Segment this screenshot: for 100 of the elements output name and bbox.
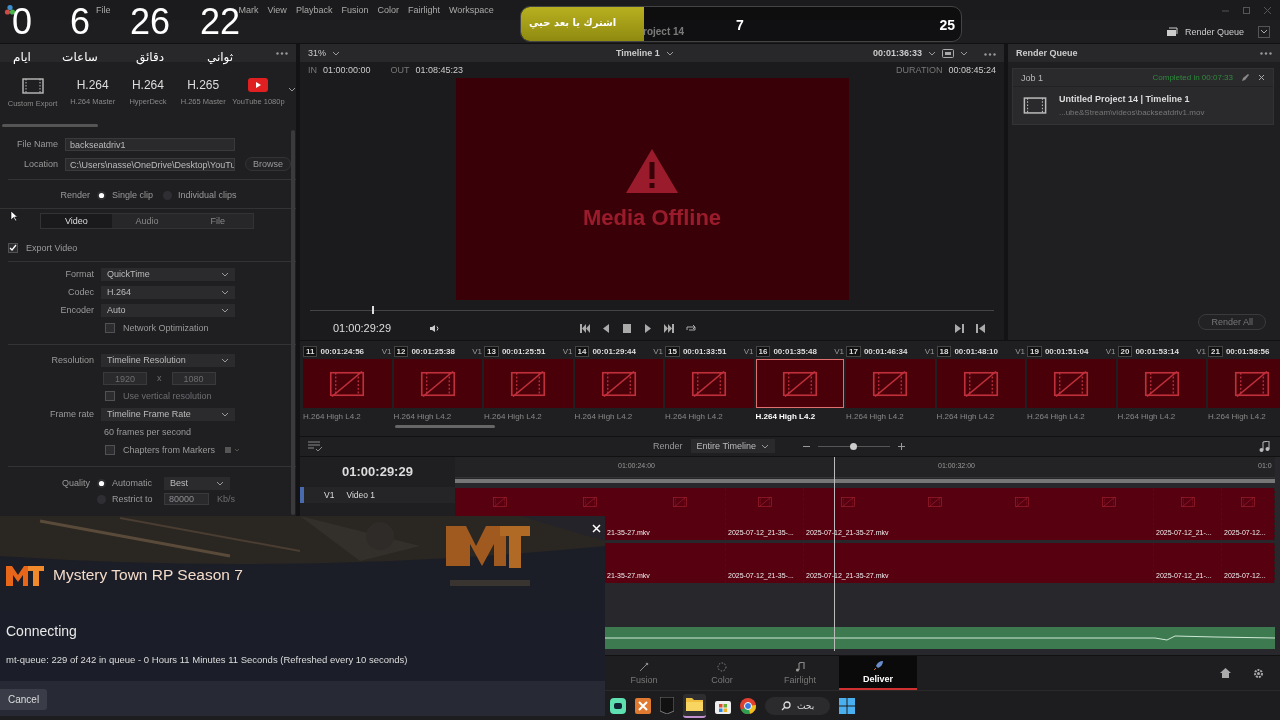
settings-icon[interactable] (1253, 667, 1264, 679)
page-tab[interactable]: Color (683, 656, 761, 690)
menu-item[interactable]: Workspace (448, 5, 494, 15)
chevron-icon[interactable] (221, 411, 229, 417)
edit-icon[interactable] (1241, 73, 1250, 82)
skip-back-icon[interactable] (580, 323, 591, 333)
dropdown[interactable]: Timeline Frame Rate (101, 407, 235, 421)
range-dropdown[interactable]: Entire Timeline (690, 439, 776, 454)
track-header[interactable]: V1 Video 1 (300, 486, 455, 503)
chevron-icon[interactable] (221, 357, 229, 363)
tab[interactable]: Audio (111, 214, 183, 228)
skip-forward-icon[interactable] (664, 323, 675, 333)
menu-item[interactable]: Mark (238, 5, 259, 15)
scrollbar-thumb[interactable] (395, 425, 495, 428)
close-icon[interactable] (1258, 74, 1265, 81)
more-icon[interactable] (1260, 51, 1272, 55)
menu-item[interactable]: Fairlight (407, 5, 440, 15)
page-tab[interactable]: Deliver (839, 656, 917, 690)
clip-thumbnail[interactable] (665, 359, 754, 408)
chevron-icon[interactable] (332, 50, 340, 56)
loop-icon[interactable] (685, 323, 698, 333)
dropdown[interactable]: Auto (101, 303, 235, 317)
radio-button[interactable] (97, 478, 106, 488)
tab[interactable]: File (182, 214, 253, 228)
clip-thumbnail[interactable] (303, 359, 392, 408)
home-icon[interactable] (1220, 668, 1231, 679)
scroll-bar[interactable] (455, 478, 1275, 483)
chevron-icon[interactable] (665, 50, 674, 56)
clip-thumbnail[interactable] (846, 359, 935, 408)
dropdown-toggle[interactable] (1258, 25, 1270, 38)
menu-item[interactable]: Color (377, 5, 399, 15)
search-field[interactable]: بحث (765, 696, 831, 715)
play-reverse-icon[interactable] (601, 323, 612, 333)
file-name-field[interactable]: backseatdriv1 (65, 137, 235, 151)
size-separator: x (157, 373, 162, 383)
dropdown[interactable]: H.264 (101, 285, 235, 299)
zoom-in-icon[interactable] (898, 442, 906, 450)
clip-thumbnail[interactable] (393, 359, 482, 408)
clip-thumbnail[interactable] (755, 359, 844, 408)
music-note-icon[interactable] (1259, 440, 1270, 452)
folder-icon[interactable] (686, 696, 703, 711)
chevron-icon[interactable] (221, 307, 229, 313)
dropdown[interactable]: Best (164, 476, 230, 490)
radio-button[interactable] (97, 190, 106, 200)
menu-item[interactable]: Fusion (341, 5, 369, 15)
clip-thumbnail[interactable] (1117, 359, 1206, 408)
location-field[interactable]: C:\Users\nasse\OneDrive\Desktop\YouTu (65, 157, 235, 171)
stop-icon[interactable] (622, 323, 633, 333)
cancel-button[interactable]: Cancel (0, 689, 48, 710)
next-edit-icon[interactable] (954, 323, 964, 333)
bitrate-field[interactable]: 80000 (164, 493, 209, 505)
checkbox[interactable] (105, 445, 115, 455)
tab[interactable]: Video (41, 214, 112, 228)
slider-thumb[interactable] (849, 442, 857, 450)
browser-icon[interactable] (740, 697, 756, 714)
menu-item[interactable]: Playback (295, 5, 333, 15)
windows-icon[interactable] (839, 697, 856, 714)
progress-goal: 25 (939, 17, 955, 33)
menu-item[interactable]: File (96, 5, 111, 15)
app-icon[interactable] (610, 697, 626, 714)
clip-thumbnail[interactable] (484, 359, 573, 408)
page-tab[interactable]: Fairlight (761, 656, 839, 690)
scrollbar-thumb[interactable] (2, 124, 98, 127)
scrubber-handle[interactable] (371, 306, 374, 314)
more-icon[interactable] (984, 53, 996, 56)
marker-color-icon[interactable] (225, 446, 242, 454)
chevron-icon[interactable] (1260, 29, 1268, 34)
page-tab[interactable]: Fusion (605, 656, 683, 690)
clip-thumbnail[interactable] (1208, 359, 1280, 408)
prev-edit-icon[interactable] (976, 323, 986, 333)
chevron-icon[interactable] (761, 443, 770, 449)
dropdown[interactable]: QuickTime (101, 267, 235, 281)
checkbox[interactable] (105, 323, 115, 333)
track-options-icon[interactable] (308, 441, 322, 452)
checkbox-label: Export Video (26, 243, 78, 253)
chevron-icon[interactable] (928, 50, 936, 56)
render-queue-button[interactable]: Render Queue (1161, 24, 1248, 39)
chevron-icon[interactable] (221, 289, 229, 295)
timeline-dropdown[interactable]: Timeline 1 (616, 48, 660, 58)
browse-button[interactable]: Browse (245, 157, 291, 171)
clip-thumbnail[interactable] (574, 359, 663, 408)
clip-codec: H.264 High L4.2 (484, 412, 543, 421)
checkbox[interactable] (8, 243, 18, 253)
render-job-card[interactable]: Job 1 Completed in 00:07:33 Untitled Project 14 | Timeline 1 ...ube&Stream\videos\backseatdriv1.mov (1012, 68, 1274, 125)
countdown-value: 6 (70, 0, 90, 44)
volume-icon[interactable] (429, 323, 441, 333)
chevron-icon[interactable] (216, 480, 224, 486)
zoom-dropdown[interactable]: 31% (308, 48, 326, 58)
app-icon[interactable] (635, 697, 651, 714)
clip-thumbnail[interactable] (1027, 359, 1116, 408)
menu-item[interactable]: View (267, 5, 287, 15)
clip-codec: H.264 High L4.2 (665, 412, 724, 421)
chevron-icon[interactable] (288, 87, 297, 92)
monitor-icon[interactable] (942, 48, 954, 58)
more-icon[interactable] (276, 51, 288, 55)
chevron-icon[interactable] (221, 271, 229, 277)
play-icon[interactable] (643, 323, 654, 333)
clip-thumbnail[interactable] (936, 359, 1025, 408)
render-all-button[interactable]: Render All (1198, 314, 1266, 330)
chevron-icon[interactable] (960, 50, 968, 56)
